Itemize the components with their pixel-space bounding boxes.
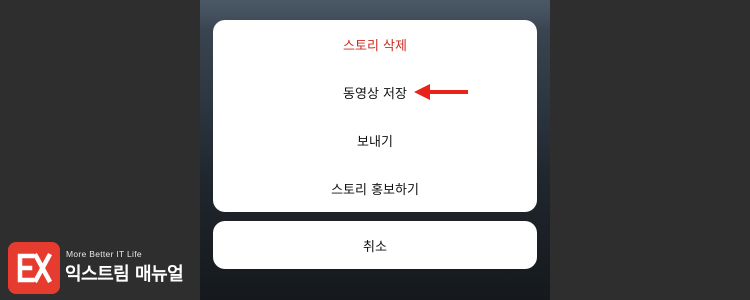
delete-story-button[interactable]: 스토리 삭제: [213, 20, 537, 68]
watermark-tagline: More Better IT Life: [66, 249, 142, 259]
send-button[interactable]: 보내기: [213, 116, 537, 164]
promote-story-label: 스토리 홍보하기: [331, 182, 419, 198]
promote-story-button[interactable]: 스토리 홍보하기: [213, 164, 537, 212]
cancel-button[interactable]: 취소: [213, 221, 537, 269]
annotation-arrow-icon: [414, 84, 468, 100]
save-video-label: 동영상 저장: [343, 86, 407, 102]
cancel-label: 취소: [363, 239, 387, 255]
watermark-brand: 익스트림 매뉴얼: [65, 264, 184, 285]
send-label: 보내기: [357, 134, 393, 150]
brand-logo-icon: [8, 242, 60, 294]
action-sheet: 스토리 삭제 동영상 저장 보내기 스토리 홍보하기: [213, 20, 537, 212]
save-video-button[interactable]: 동영상 저장: [213, 68, 537, 116]
delete-story-label: 스토리 삭제: [343, 38, 407, 54]
